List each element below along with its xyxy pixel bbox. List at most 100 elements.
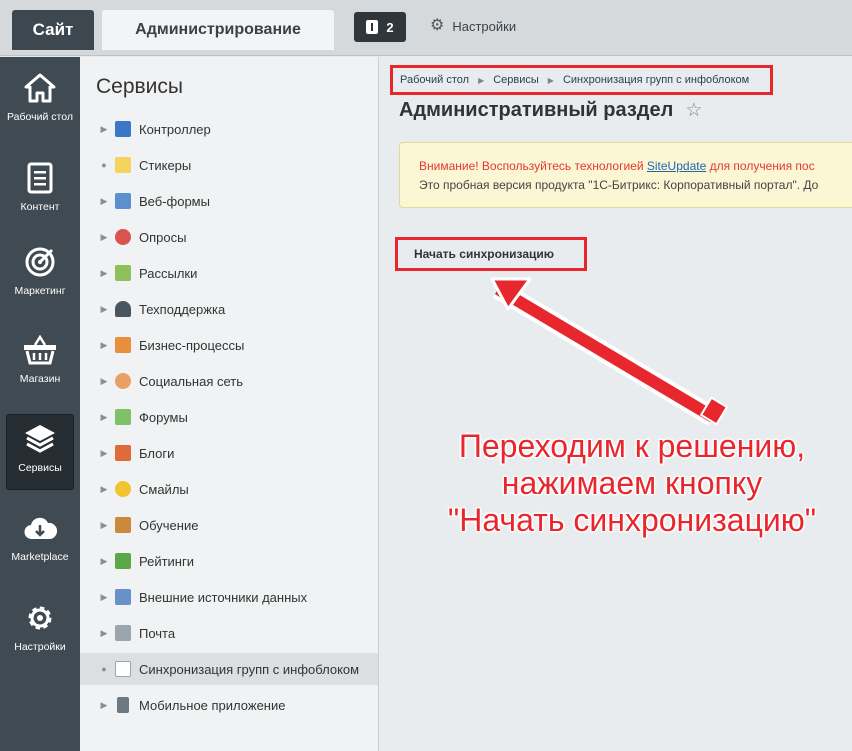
menu-label: Магазин: [19, 373, 61, 385]
service-label: Почта: [139, 625, 176, 641]
chevron-right-icon[interactable]: ▶: [97, 196, 111, 207]
mail-icon: [115, 265, 131, 281]
webforms-icon: [115, 193, 131, 209]
service-item-blogs[interactable]: ▶ Блоги: [80, 437, 378, 469]
chevron-right-icon[interactable]: ▶: [97, 448, 111, 459]
top-bar: Сайт Администрирование 2 ⚙ Настройки: [0, 0, 852, 56]
chevron-right-icon[interactable]: ▶: [97, 700, 111, 711]
chevron-right-icon[interactable]: ▶: [97, 268, 111, 279]
mailbox-icon: [115, 625, 131, 641]
forum-icon: [115, 409, 131, 425]
service-label: Стикеры: [139, 157, 192, 173]
page-icon: [115, 661, 131, 677]
service-item-support[interactable]: ▶ Техподдержка: [80, 293, 378, 325]
rating-icon: [115, 553, 131, 569]
chevron-right-icon[interactable]: ▶: [97, 628, 111, 639]
bizproc-icon: [115, 337, 131, 353]
menu-item-settings[interactable]: Настройки: [6, 593, 74, 669]
menu-item-content[interactable]: Контент: [6, 153, 74, 229]
chevron-right-icon[interactable]: ▶: [97, 124, 111, 135]
menu-item-desktop[interactable]: Рабочий стол: [6, 63, 74, 139]
menu-item-marketing[interactable]: Маркетинг: [6, 237, 74, 313]
chevron-right-icon[interactable]: ▶: [97, 232, 111, 243]
menu-label: Marketplace: [11, 551, 69, 563]
chevron-right-icon[interactable]: ▶: [97, 556, 111, 567]
annotation-line: "Начать синхронизацию": [447, 502, 817, 538]
bullet-icon: ●: [101, 664, 107, 674]
service-item-polls[interactable]: ▶ Опросы: [80, 221, 378, 253]
service-item-group-sync[interactable]: ● Синхронизация групп с инфоблоком: [80, 653, 378, 685]
service-label: Блоги: [139, 445, 175, 461]
menu-label: Настройки: [14, 641, 66, 653]
smile-icon: [115, 481, 131, 497]
chevron-right-icon[interactable]: ▶: [97, 376, 111, 387]
service-item-mobile-app[interactable]: ▶ Мобильное приложение: [80, 689, 378, 721]
chevron-right-icon[interactable]: ▶: [97, 304, 111, 315]
settings-link[interactable]: ⚙ Настройки: [430, 18, 516, 34]
service-item-forums[interactable]: ▶ Форумы: [80, 401, 378, 433]
home-icon: [23, 71, 57, 105]
annotation-line: нажимаем кнопку: [501, 465, 763, 501]
service-item-mail[interactable]: ▶ Почта: [80, 617, 378, 649]
settings-label: Настройки: [452, 18, 517, 34]
annotation-text: Переходим к решению, нажимаем кнопку "На…: [432, 428, 832, 539]
service-label: Внешние источники данных: [139, 589, 308, 605]
service-label: Рейтинги: [139, 553, 194, 569]
notifications-count: 2: [386, 19, 394, 35]
menu-label: Маркетинг: [14, 285, 66, 297]
chevron-right-icon[interactable]: ▶: [97, 340, 111, 351]
tab-site[interactable]: Сайт: [12, 10, 94, 50]
notification-icon: [366, 20, 379, 34]
main-menu: Рабочий стол Контент Маркетинг Магазин С…: [0, 57, 80, 751]
bullet-icon: ●: [101, 160, 107, 170]
service-item-learning[interactable]: ▶ Обучение: [80, 509, 378, 541]
service-item-ratings[interactable]: ▶ Рейтинги: [80, 545, 378, 577]
target-icon: [23, 245, 57, 279]
service-label: Контроллер: [139, 121, 211, 137]
service-item-smiles[interactable]: ▶ Смайлы: [80, 473, 378, 505]
menu-label: Рабочий стол: [7, 111, 73, 123]
service-item-stickers[interactable]: ● Стикеры: [80, 149, 378, 181]
cloud-download-icon: [23, 511, 57, 545]
tab-admin[interactable]: Администрирование: [102, 10, 334, 50]
service-item-mailing[interactable]: ▶ Рассылки: [80, 257, 378, 289]
service-item-controller[interactable]: ▶ Контроллер: [80, 113, 378, 145]
service-label: Форумы: [139, 409, 188, 425]
menu-label: Контент: [20, 201, 60, 213]
service-label: Синхронизация групп с инфоблоком: [139, 661, 360, 677]
service-label: Социальная сеть: [139, 373, 243, 389]
service-label: Веб-формы: [139, 193, 210, 209]
menu-item-services[interactable]: Сервисы: [6, 414, 74, 490]
menu-item-shop[interactable]: Магазин: [6, 325, 74, 401]
service-label: Смайлы: [139, 481, 189, 497]
basket-icon: [23, 333, 57, 367]
polls-icon: [115, 229, 131, 245]
service-label: Бизнес-процессы: [139, 337, 245, 353]
social-icon: [115, 373, 131, 389]
service-label: Рассылки: [139, 265, 198, 281]
service-item-webforms[interactable]: ▶ Веб-формы: [80, 185, 378, 217]
gear-icon: ⚙: [430, 17, 445, 34]
annotation-line: Переходим к решению,: [458, 428, 806, 464]
chevron-right-icon[interactable]: ▶: [97, 520, 111, 531]
mobile-icon: [117, 697, 129, 713]
notifications-button[interactable]: 2: [354, 12, 406, 42]
service-label: Обучение: [139, 517, 199, 533]
layers-icon: [23, 422, 57, 456]
chevron-right-icon[interactable]: ▶: [97, 412, 111, 423]
menu-label: Сервисы: [18, 462, 62, 474]
rss-icon: [115, 589, 131, 605]
service-label: Опросы: [139, 229, 187, 245]
service-item-social[interactable]: ▶ Социальная сеть: [80, 365, 378, 397]
services-panel: Сервисы ▶ Контроллер ● Стикеры ▶ Веб-формы …: [80, 57, 379, 751]
chevron-right-icon[interactable]: ▶: [97, 592, 111, 603]
menu-item-marketplace[interactable]: Marketplace: [6, 503, 74, 579]
service-label: Техподдержка: [139, 301, 226, 317]
main-content: Рабочий стол ▶ Сервисы ▶ Синхронизация г…: [380, 57, 852, 751]
service-item-external-sources[interactable]: ▶ Внешние источники данных: [80, 581, 378, 613]
chevron-right-icon[interactable]: ▶: [97, 484, 111, 495]
service-label: Мобильное приложение: [139, 697, 286, 713]
document-icon: [23, 161, 57, 195]
service-item-bizproc[interactable]: ▶ Бизнес-процессы: [80, 329, 378, 361]
services-title: Сервисы: [96, 75, 184, 98]
